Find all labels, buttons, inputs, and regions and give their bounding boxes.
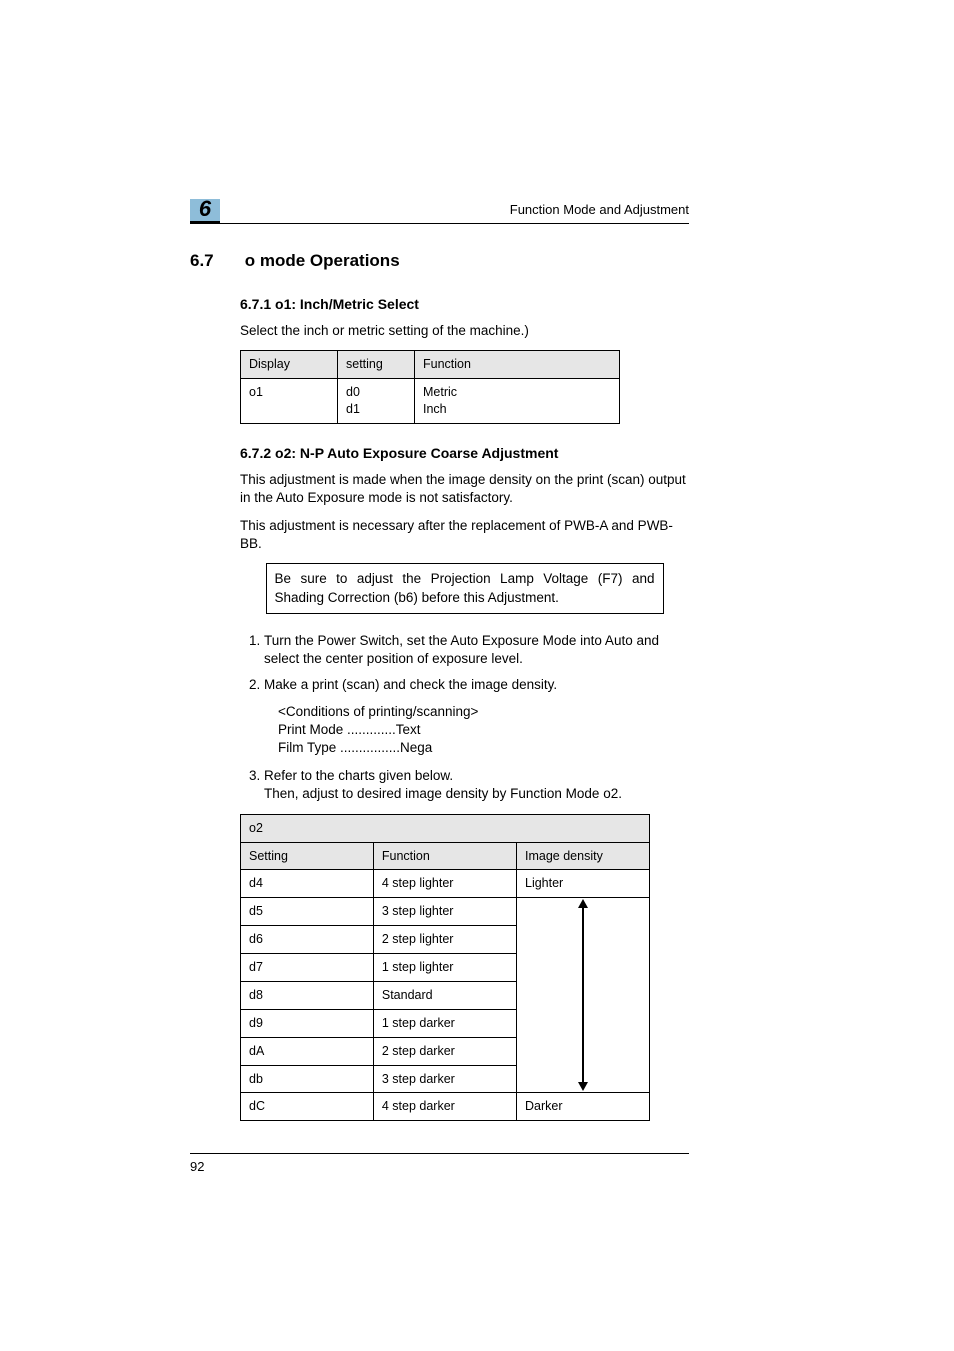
steps-list: Turn the Power Switch, set the Auto Expo… bbox=[240, 632, 689, 804]
cell-function: 4 step lighter bbox=[373, 870, 516, 898]
col-header-setting: Setting bbox=[241, 842, 374, 870]
table-o1: Display setting Function o1 d0 d1 Metric… bbox=[240, 350, 620, 424]
page: 6 Function Mode and Adjustment 6.7 o mod… bbox=[0, 0, 954, 1351]
section-number: 6.7 bbox=[190, 250, 240, 273]
cell-func-l1: Metric bbox=[423, 385, 457, 399]
col-header-function: Function bbox=[415, 351, 620, 379]
col-header-setting: setting bbox=[338, 351, 415, 379]
arrow-shaft bbox=[582, 906, 584, 1084]
table-row: o1 d0 d1 Metric Inch bbox=[241, 378, 620, 423]
chapter-tab: 6 bbox=[190, 199, 220, 224]
cell-func-l2: Inch bbox=[423, 402, 447, 416]
table-row: dC 4 step darker Darker bbox=[241, 1093, 650, 1121]
table-row: d4 4 step lighter Lighter bbox=[241, 870, 650, 898]
header-rule: 6 Function Mode and Adjustment bbox=[190, 195, 689, 224]
intro-671: Select the inch or metric setting of the… bbox=[240, 322, 689, 340]
cell-function: 1 step darker bbox=[373, 1009, 516, 1037]
cell-setting: dA bbox=[241, 1037, 374, 1065]
list-item: Make a print (scan) and check the image … bbox=[264, 676, 689, 757]
table-row: Display setting Function bbox=[241, 351, 620, 379]
para-672-2: This adjustment is necessary after the r… bbox=[240, 517, 689, 553]
cell-function: Standard bbox=[373, 981, 516, 1009]
step3-line2: Then, adjust to desired image density by… bbox=[264, 786, 622, 801]
page-number: 92 bbox=[190, 1159, 204, 1174]
step2-text: Make a print (scan) and check the image … bbox=[264, 677, 557, 692]
cell-setting: d9 bbox=[241, 1009, 374, 1037]
running-title: Function Mode and Adjustment bbox=[510, 201, 689, 219]
cell-setting-l1: d0 bbox=[346, 385, 360, 399]
cell-display: o1 bbox=[241, 378, 338, 423]
step3-line1: Refer to the charts given below. bbox=[264, 768, 453, 783]
cell-function: 1 step lighter bbox=[373, 954, 516, 982]
content-block: 6.7.1 o1: Inch/Metric Select Select the … bbox=[240, 295, 689, 1121]
table-o2: o2 Setting Function Image density d4 4 s… bbox=[240, 814, 650, 1122]
cell-setting: db bbox=[241, 1065, 374, 1093]
section-heading: 6.7 o mode Operations bbox=[190, 250, 689, 273]
section-title-text: o mode Operations bbox=[245, 251, 400, 270]
cell-function: 2 step lighter bbox=[373, 926, 516, 954]
cond-line2: Print Mode .............Text bbox=[278, 721, 689, 739]
cell-setting: d5 bbox=[241, 898, 374, 926]
note-box: Be sure to adjust the Projection Lamp Vo… bbox=[266, 563, 664, 613]
cell-setting: d6 bbox=[241, 926, 374, 954]
page-footer: 92 bbox=[190, 1153, 689, 1176]
table-row: Setting Function Image density bbox=[241, 842, 650, 870]
arrow-down-icon bbox=[578, 1082, 588, 1091]
chapter-number: 6 bbox=[199, 194, 211, 224]
table-row: d5 3 step lighter bbox=[241, 898, 650, 926]
cell-function: 2 step darker bbox=[373, 1037, 516, 1065]
cell-setting: d7 bbox=[241, 954, 374, 982]
cell-setting: d8 bbox=[241, 981, 374, 1009]
col-header-function: Function bbox=[373, 842, 516, 870]
cell-setting: d0 d1 bbox=[338, 378, 415, 423]
table-row: o2 bbox=[241, 814, 650, 842]
col-header-density: Image density bbox=[517, 842, 650, 870]
cell-function: 4 step darker bbox=[373, 1093, 516, 1121]
cell-setting: d4 bbox=[241, 870, 374, 898]
para-672-1: This adjustment is made when the image d… bbox=[240, 471, 689, 507]
subheading-671: 6.7.1 o1: Inch/Metric Select bbox=[240, 295, 689, 314]
cond-line3: Film Type ................Nega bbox=[278, 739, 689, 757]
list-item: Refer to the charts given below. Then, a… bbox=[264, 767, 689, 803]
cond-line1: <Conditions of printing/scanning> bbox=[278, 703, 689, 721]
o2-title: o2 bbox=[241, 814, 650, 842]
cell-density-top: Lighter bbox=[517, 870, 650, 898]
arrow-icon bbox=[576, 900, 590, 1090]
step2-conditions: <Conditions of printing/scanning> Print … bbox=[278, 703, 689, 758]
col-header-display: Display bbox=[241, 351, 338, 379]
cell-setting-l2: d1 bbox=[346, 402, 360, 416]
list-item: Turn the Power Switch, set the Auto Expo… bbox=[264, 632, 689, 668]
cell-function: 3 step darker bbox=[373, 1065, 516, 1093]
cell-density-bottom: Darker bbox=[517, 1093, 650, 1121]
density-arrow-cell bbox=[517, 898, 650, 1093]
cell-function: Metric Inch bbox=[415, 378, 620, 423]
cell-function: 3 step lighter bbox=[373, 898, 516, 926]
cell-setting: dC bbox=[241, 1093, 374, 1121]
subheading-672: 6.7.2 o2: N-P Auto Exposure Coarse Adjus… bbox=[240, 444, 689, 463]
